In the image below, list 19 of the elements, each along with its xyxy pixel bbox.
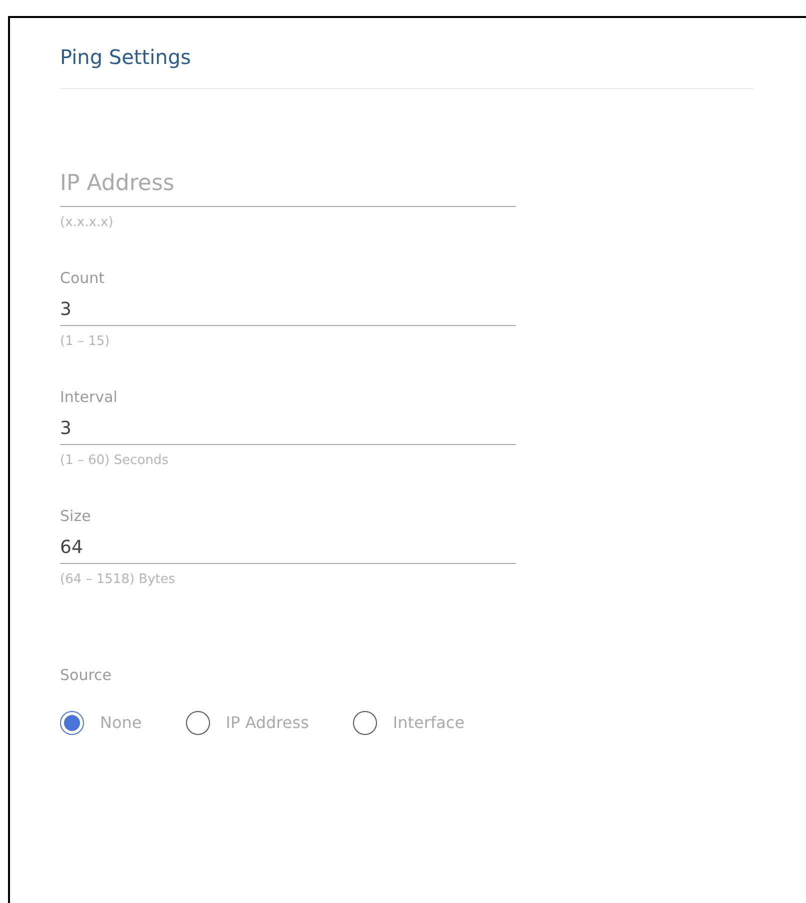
radio-label: Interface bbox=[392, 712, 465, 734]
radio-label: None bbox=[100, 712, 142, 734]
field-hint: (64 – 1518) Bytes bbox=[60, 571, 176, 589]
input-field[interactable]: 3 bbox=[60, 288, 516, 326]
input-field[interactable]: 3 bbox=[60, 407, 516, 445]
input-field[interactable]: IP Address bbox=[60, 161, 516, 207]
field-label: Count bbox=[60, 268, 106, 288]
radio-button[interactable] bbox=[352, 711, 377, 735]
field-hint: (x.x.x.x) bbox=[60, 214, 114, 232]
page-title: Ping Settings bbox=[60, 42, 754, 89]
field-label: Interval bbox=[60, 387, 118, 407]
field-label: Source bbox=[60, 665, 113, 685]
radio-button[interactable] bbox=[60, 711, 84, 735]
field-hint: (1 – 60) Seconds bbox=[60, 452, 170, 470]
field-label: Size bbox=[60, 506, 92, 526]
input-field[interactable]: 64 bbox=[60, 526, 516, 564]
radio-button[interactable] bbox=[186, 711, 210, 735]
field-hint: (1 – 15) bbox=[60, 333, 111, 351]
radio-label: IP Address bbox=[226, 712, 309, 734]
